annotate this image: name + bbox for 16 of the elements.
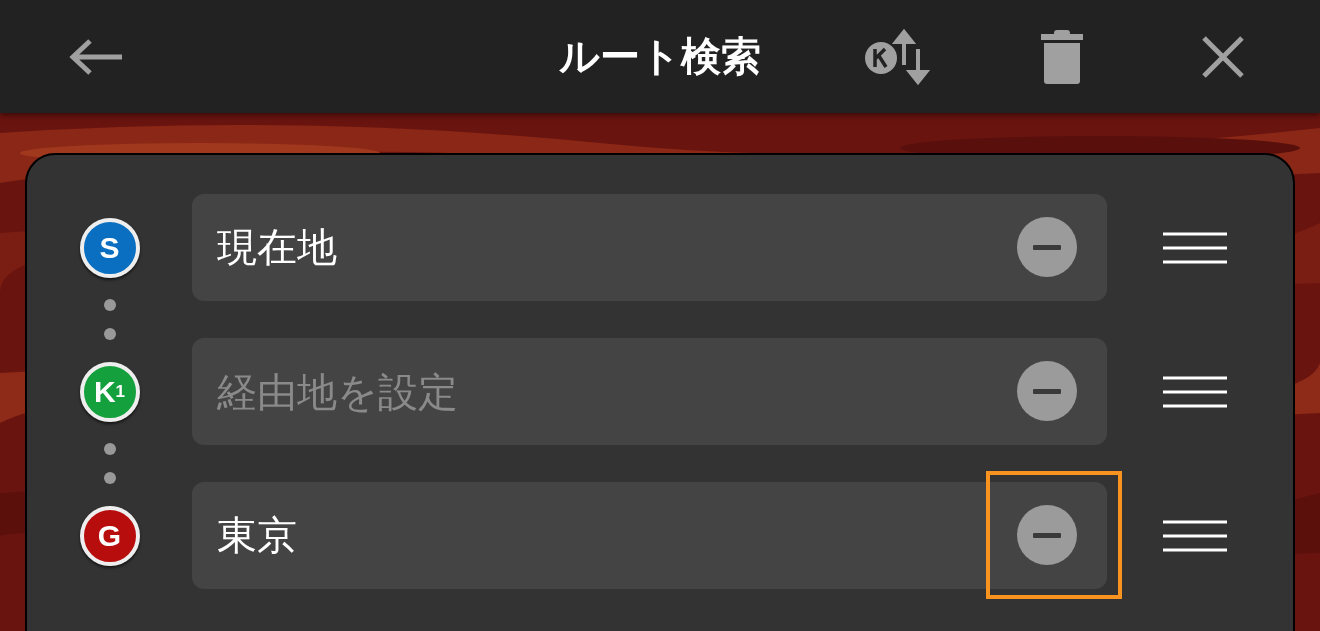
route-marker: S: [79, 217, 140, 278]
route-dot: [104, 328, 116, 340]
close-icon[interactable]: [1201, 34, 1245, 79]
location-field[interactable]: 経由地を設定: [192, 338, 1107, 445]
route-dot: [104, 299, 116, 311]
route-dot: [104, 472, 116, 484]
location-field[interactable]: 現在地: [192, 194, 1107, 301]
drag-handle-icon[interactable]: [1163, 231, 1227, 264]
trash-icon[interactable]: [1040, 28, 1084, 85]
drag-handle-icon[interactable]: [1163, 519, 1227, 552]
drag-handle-icon[interactable]: [1163, 375, 1227, 408]
back-icon[interactable]: [68, 36, 124, 77]
route-dot: [104, 443, 116, 455]
screen-title: ルート検索: [559, 32, 761, 81]
route-marker: G: [79, 505, 140, 566]
location-field[interactable]: 東京: [192, 482, 1107, 589]
